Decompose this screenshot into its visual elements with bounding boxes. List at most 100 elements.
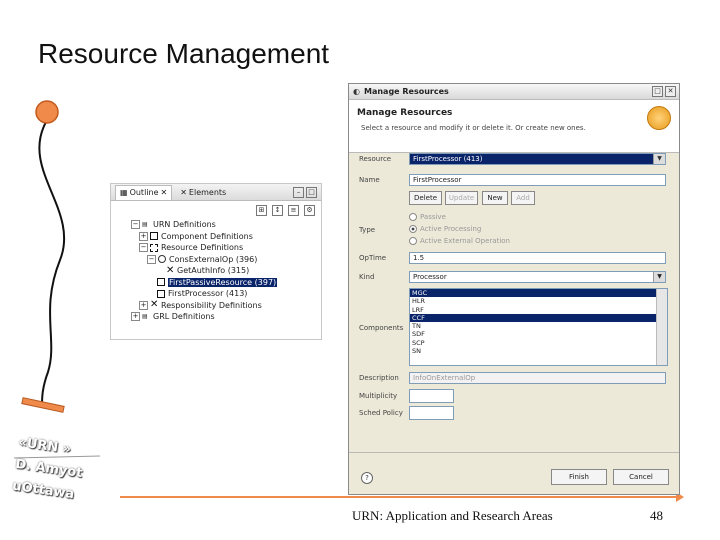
x-icon: ✕ <box>150 299 159 311</box>
tab-elements-label: Elements <box>188 187 227 197</box>
sched-policy-field[interactable] <box>409 406 454 420</box>
collapse-icon[interactable]: − <box>139 243 148 253</box>
multiplicity-field[interactable] <box>409 389 454 403</box>
tree-item[interactable]: − ▤ URN Definitions <box>131 219 321 231</box>
tree-item-label: Resource Definitions <box>161 243 244 253</box>
sort-icon[interactable]: ↕ <box>272 204 283 216</box>
close-icon[interactable]: ✕ <box>665 86 676 97</box>
outline-view: ▦ Outline ✕ ✕ Elements – □ ⊞ ↕ ≡ ⚙ − ▤ U… <box>110 183 322 340</box>
tree-item-label: Component Definitions <box>161 231 253 241</box>
new-button[interactable]: New <box>482 191 508 205</box>
kind-combo-value: Processor <box>413 273 447 281</box>
x-icon: ✕ <box>166 264 175 276</box>
description-field[interactable]: InfoOnExternalOp <box>409 372 666 384</box>
list-item[interactable]: TN <box>410 322 658 330</box>
resource-icon <box>150 243 158 252</box>
list-item[interactable]: HLR <box>410 297 658 305</box>
cancel-button[interactable]: Cancel <box>613 469 669 485</box>
list-item[interactable]: LRF <box>410 306 658 314</box>
radio-icon <box>409 225 417 233</box>
add-button[interactable]: Add <box>511 191 535 205</box>
collapse-icon[interactable]: − <box>131 220 140 230</box>
maximize-icon[interactable]: □ <box>652 86 663 97</box>
type-radio-active-external[interactable]: Active External Operation <box>409 237 510 245</box>
elements-icon: ✕ <box>180 187 187 197</box>
name-field[interactable]: FirstProcessor <box>409 174 666 186</box>
tree-item[interactable]: − Resource Definitions <box>131 242 321 254</box>
outline-icon: ▦ <box>120 188 128 197</box>
resource-combo[interactable]: FirstProcessor (413) ▼ <box>409 153 666 165</box>
optime-field[interactable]: 1.5 <box>409 252 666 264</box>
tree-item[interactable]: + ▤ GRL Definitions <box>131 311 321 323</box>
tree-item-label: GRL Definitions <box>153 312 215 322</box>
optime-label: OpTime <box>359 254 387 262</box>
type-radio-passive[interactable]: Passive <box>409 213 446 221</box>
chevron-down-icon[interactable]: ▼ <box>653 272 665 282</box>
components-list[interactable]: MGC HLR LRF CCF TN SDF SCP SN <box>409 288 668 366</box>
type-radio-active-processing[interactable]: Active Processing <box>409 225 481 233</box>
delete-button[interactable]: Delete <box>409 191 442 205</box>
description-label: Description <box>359 374 399 382</box>
sched-policy-label: Sched Policy <box>359 409 403 417</box>
components-label: Components <box>359 324 404 332</box>
tree-item[interactable]: ✕ GetAuthInfo (315) <box>131 265 321 277</box>
type-label: Type <box>359 226 376 234</box>
maximize-icon[interactable]: □ <box>306 186 317 198</box>
tree-item[interactable]: FirstProcessor (413) <box>131 288 321 300</box>
list-item[interactable]: SN <box>410 347 658 355</box>
list-item[interactable]: CCF <box>410 313 658 323</box>
list-item[interactable]: SDF <box>410 330 658 338</box>
radio-label: Passive <box>420 213 446 221</box>
components-scrollbar[interactable] <box>656 289 667 365</box>
dialog-window-title: Manage Resources <box>363 87 449 96</box>
tree-item-label: ConsExternalOp (396) <box>169 254 258 264</box>
radio-icon <box>409 213 417 221</box>
dialog-footer-divider <box>349 452 679 453</box>
kind-label: Kind <box>359 273 375 281</box>
dialog-heading: Manage Resources <box>357 108 453 118</box>
tab-outline[interactable]: ▦ Outline ✕ <box>115 184 173 200</box>
author-stamp: «URN » D. Amyot uOttawa <box>9 432 109 524</box>
slide-footer: URN: Application and Research Areas <box>352 508 553 523</box>
update-button[interactable]: Update <box>445 191 478 205</box>
finish-button[interactable]: Finish <box>551 469 607 485</box>
outline-tree: − ▤ URN Definitions + Component Definiti… <box>111 219 321 323</box>
urn-icon: ▤ <box>142 220 148 228</box>
dialog-header: Manage Resources Select a resource and m… <box>349 100 679 153</box>
square-icon <box>150 232 158 241</box>
page-number: 48 <box>650 508 663 523</box>
tab-elements[interactable]: ✕ Elements <box>176 185 230 199</box>
radio-icon <box>409 237 417 245</box>
tree-item-label: GetAuthInfo (315) <box>177 266 250 276</box>
outline-toolbar: ⊞ ↕ ≡ ⚙ <box>111 201 321 219</box>
list-item[interactable]: MGC <box>410 289 658 298</box>
filter-icon[interactable]: ≡ <box>288 204 299 216</box>
tree-item-label: URN Definitions <box>153 220 216 230</box>
list-item[interactable]: SCP <box>410 339 658 347</box>
minimize-icon[interactable]: – <box>293 186 304 198</box>
close-icon[interactable]: ✕ <box>161 188 168 197</box>
settings-icon[interactable]: ⚙ <box>304 204 315 216</box>
square-icon <box>157 278 165 287</box>
expand-icon[interactable]: + <box>139 300 148 310</box>
tab-outline-label: Outline <box>129 188 159 197</box>
app-icon: ◐ <box>353 87 360 96</box>
square-icon <box>157 289 165 298</box>
expand-icon[interactable]: + <box>131 312 140 322</box>
outline-tab-bar: ▦ Outline ✕ ✕ Elements – □ <box>111 184 321 201</box>
collapse-icon[interactable]: − <box>147 254 156 264</box>
chevron-down-icon[interactable]: ▼ <box>653 154 665 164</box>
tree-item[interactable]: FirstPassiveResource (397) <box>131 277 321 289</box>
tree-item-label: Responsibility Definitions <box>161 300 262 310</box>
kind-combo[interactable]: Processor ▼ <box>409 271 666 283</box>
tree-item[interactable]: − ConsExternalOp (396) <box>131 254 321 266</box>
resource-combo-value: FirstProcessor (413) <box>413 155 483 163</box>
help-icon[interactable]: ? <box>361 472 373 484</box>
expand-icon[interactable]: + <box>139 231 148 241</box>
circle-icon <box>158 255 166 264</box>
tree-item-label: FirstPassiveResource (397) <box>168 277 278 287</box>
tree-item[interactable]: + Component Definitions <box>131 231 321 243</box>
zoom-icon[interactable]: ⊞ <box>256 204 267 216</box>
dialog-titlebar: ◐ Manage Resources □ ✕ <box>349 84 679 100</box>
tree-item[interactable]: + ✕ Responsibility Definitions <box>131 300 321 312</box>
